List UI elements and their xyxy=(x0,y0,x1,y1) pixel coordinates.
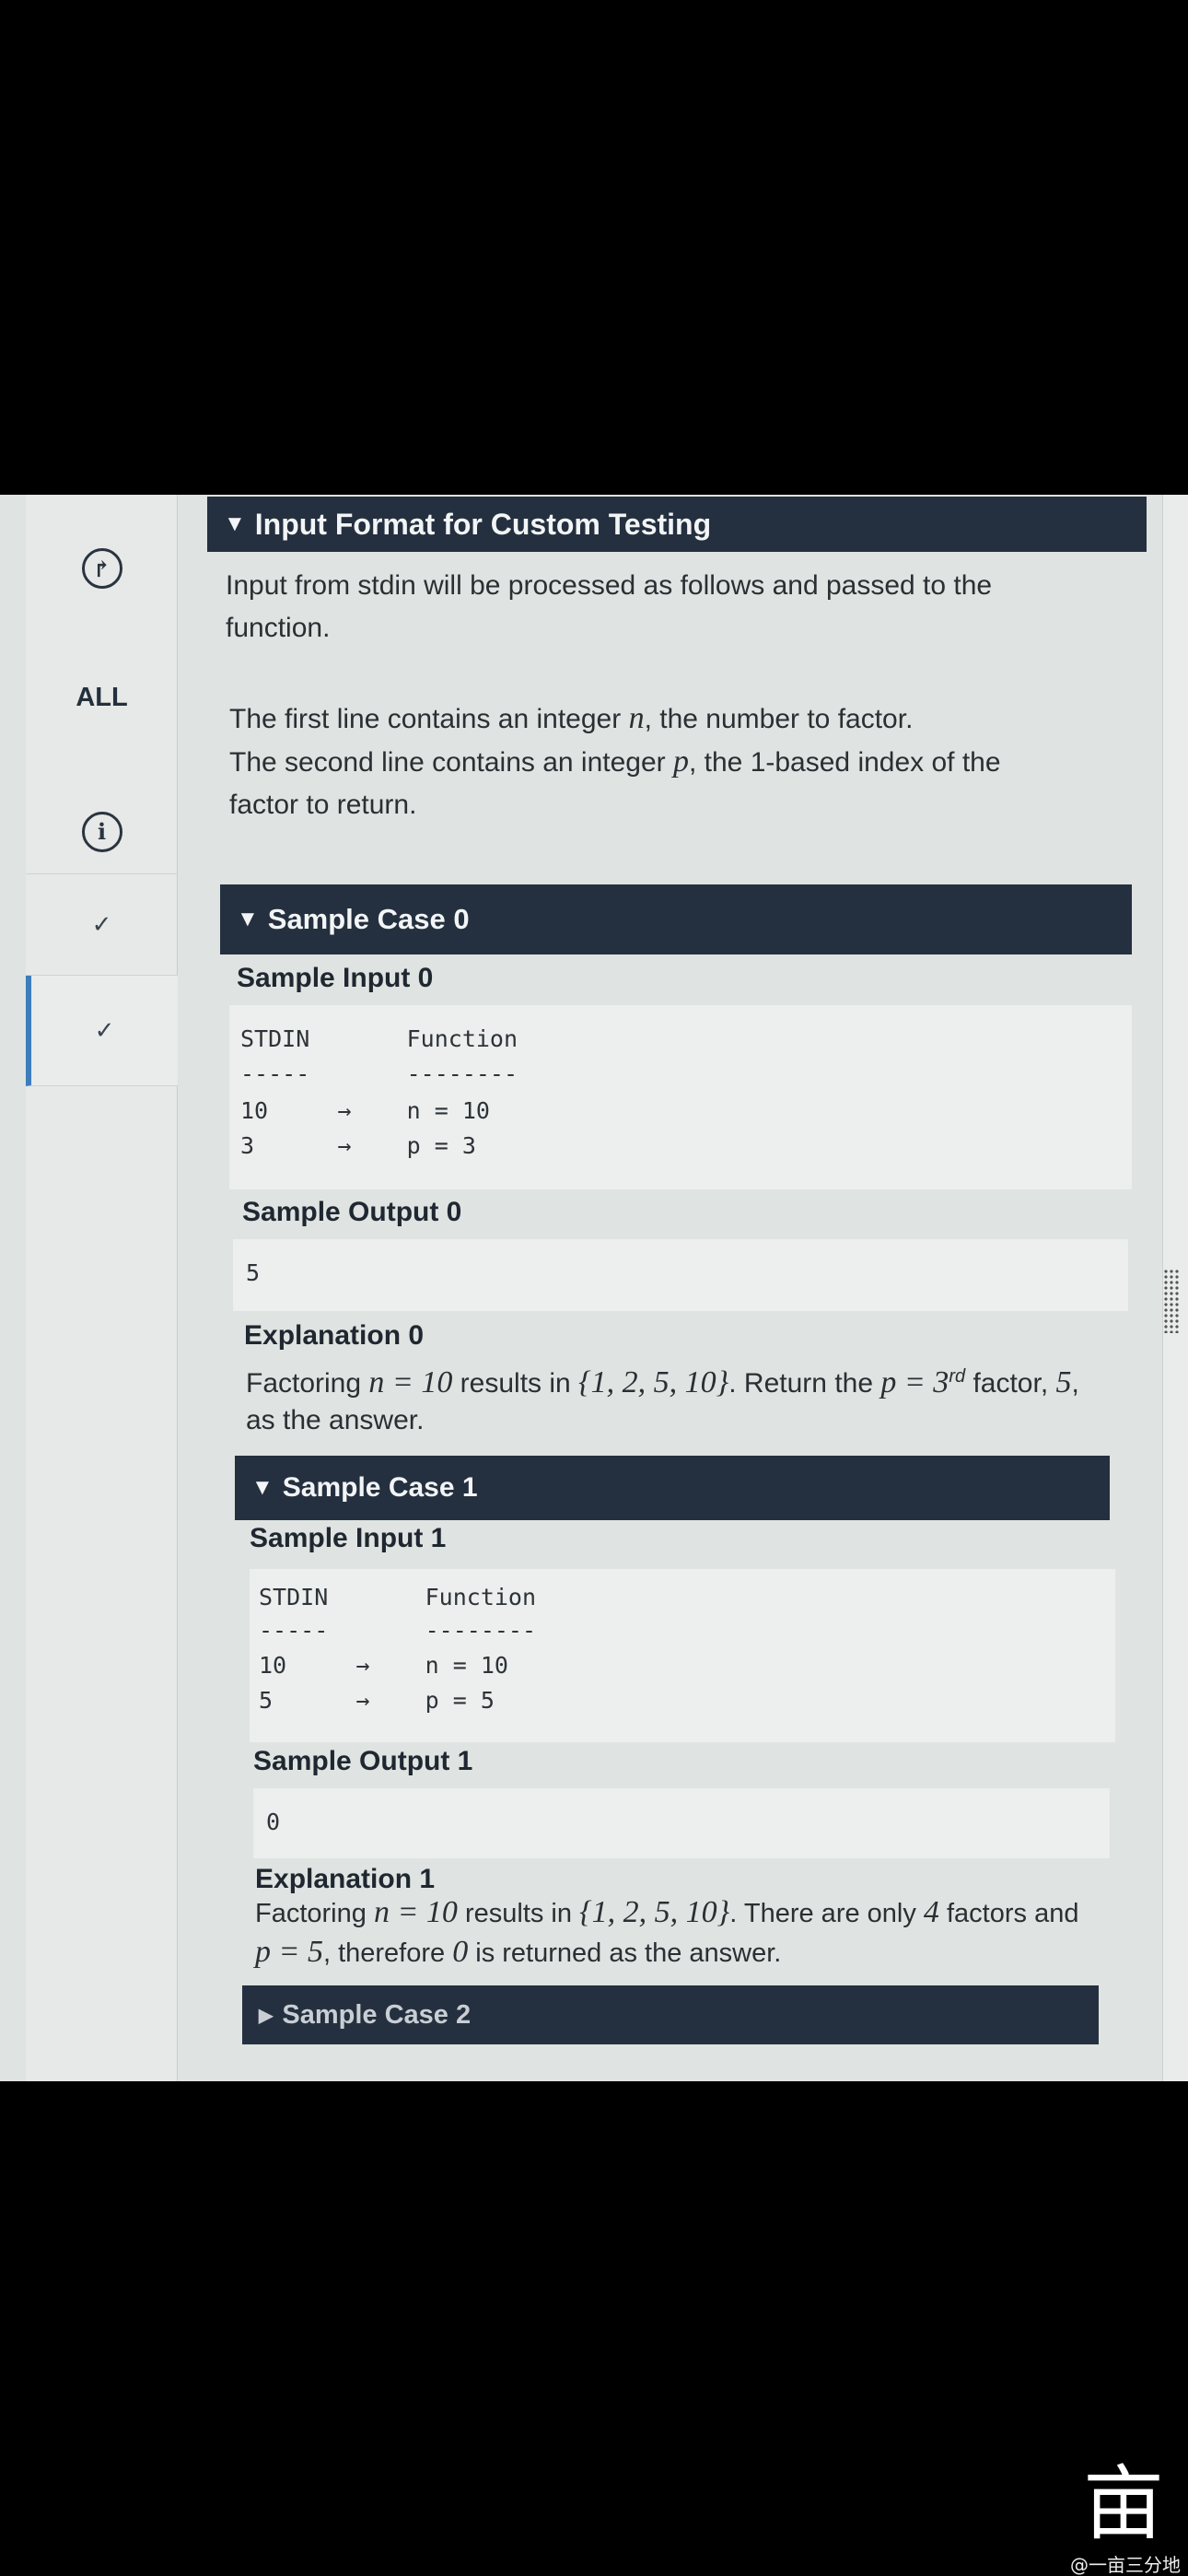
sample-output-0-code: 5 xyxy=(233,1239,1128,1311)
input-format-details: The first line contains an integer n, th… xyxy=(229,701,1001,820)
code-line: 10 → n = 10 xyxy=(259,1652,508,1679)
check-icon: ✓ xyxy=(91,910,112,939)
sample-input-1-title: Sample Input 1 xyxy=(250,1523,447,1553)
watermark-logo: 亩 xyxy=(1082,2456,1164,2551)
code-line: STDIN Function xyxy=(240,1025,518,1052)
rail-item-solved-1[interactable]: ✓ xyxy=(26,874,178,976)
code-line: 10 → n = 10 xyxy=(240,1097,490,1124)
sample-output-1-title: Sample Output 1 xyxy=(253,1746,473,1776)
input-format-intro: Input from stdin will be processed as fo… xyxy=(226,570,993,643)
rail-info[interactable]: i xyxy=(26,790,178,874)
brand-logo-icon: ↱ xyxy=(81,548,122,589)
code-line: 3 → p = 3 xyxy=(240,1132,476,1159)
rail-all-filter[interactable]: ALL xyxy=(26,661,178,734)
rail-logo[interactable]: ↱ xyxy=(26,532,178,605)
sample-case-1-header[interactable]: ▼ Sample Case 1 xyxy=(235,1456,1110,1520)
explanation-1-title: Explanation 1 xyxy=(255,1864,436,1894)
rail-all-label: ALL xyxy=(76,682,128,712)
collapse-triangle-icon: ▼ xyxy=(251,1475,274,1500)
sample-input-0-title: Sample Input 0 xyxy=(237,963,434,993)
sample-case-2-header[interactable]: ▶ Sample Case 2 xyxy=(242,1985,1099,2044)
code-line: ----- -------- xyxy=(240,1060,518,1087)
explanation-0-title: Explanation 0 xyxy=(244,1320,425,1351)
rail-item-solved-2[interactable]: ✓ xyxy=(26,976,178,1086)
expand-triangle-icon: ▶ xyxy=(259,2005,274,2026)
code-line: 5 → p = 5 xyxy=(259,1687,495,1714)
code-line: ----- -------- xyxy=(259,1617,537,1644)
collapse-triangle-icon: ▼ xyxy=(224,511,246,536)
explanation-0-text: Factoring n = 10 results in {1, 2, 5, 10… xyxy=(246,1365,1079,1435)
code-line: 5 xyxy=(246,1259,261,1286)
collapse-triangle-icon: ▼ xyxy=(237,907,259,931)
info-icon: i xyxy=(81,811,122,852)
code-line: 0 xyxy=(266,1809,281,1835)
sample-case-0-header[interactable]: ▼ Sample Case 0 xyxy=(220,884,1132,954)
sample-output-0-title: Sample Output 0 xyxy=(242,1197,462,1227)
sample-output-1-code: 0 xyxy=(253,1788,1110,1858)
resize-drag-handle-icon[interactable] xyxy=(1163,1269,1180,1333)
watermark-text: @一亩三分地 xyxy=(1070,2554,1181,2576)
check-icon: ✓ xyxy=(94,1016,115,1045)
input-format-header[interactable]: ▼ Input Format for Custom Testing xyxy=(207,497,1147,552)
code-line: STDIN Function xyxy=(259,1584,537,1610)
left-rail: ↱ ALL i ✓ ✓ xyxy=(26,495,178,2081)
explanation-1-text: Factoring n = 10 results in {1, 2, 5, 10… xyxy=(255,1895,1079,1969)
problem-statement: ▼ Input Format for Custom Testing Input … xyxy=(207,495,1156,2081)
sample-input-0-code: STDIN Function ----- -------- 10 → n = 1… xyxy=(229,1005,1132,1189)
sample-input-1-code: STDIN Function ----- -------- 10 → n = 1… xyxy=(250,1569,1115,1742)
app-screen: ↱ ALL i ✓ ✓ ▼ Input Format for Custom Te… xyxy=(0,495,1188,2081)
